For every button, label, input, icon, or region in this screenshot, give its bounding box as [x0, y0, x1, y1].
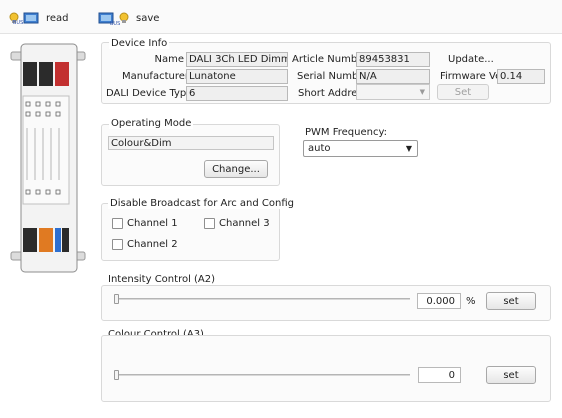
pwm-frequency-dropdown[interactable]: auto ▼: [303, 140, 418, 157]
update-link[interactable]: Update...: [448, 54, 494, 65]
intensity-slider-thumb[interactable]: [114, 294, 119, 304]
intensity-control-group: [101, 285, 551, 321]
name-field[interactable]: DALI 3Ch LED Dimm...: [186, 52, 288, 67]
checkbox-box[interactable]: [204, 218, 215, 229]
checkbox-box[interactable]: [112, 239, 123, 250]
intensity-unit-label: %: [466, 296, 476, 307]
colour-set-button[interactable]: set: [486, 366, 536, 384]
operating-mode-field[interactable]: Colour&Dim: [108, 136, 274, 150]
change-mode-button[interactable]: Change...: [204, 160, 268, 178]
read-icon: BUS: [9, 12, 39, 25]
firmware-version-field[interactable]: 0.14: [497, 69, 545, 84]
disable-broadcast-group: [101, 203, 280, 261]
toolbar: BUS read BUS save: [0, 0, 562, 34]
channel-3-checkbox[interactable]: Channel 3: [204, 218, 270, 229]
channel-2-checkbox[interactable]: Channel 2: [112, 239, 178, 250]
channel-1-label: Channel 1: [127, 218, 178, 229]
operating-mode-title: Operating Mode: [109, 118, 194, 129]
dali-device-type-field[interactable]: 6: [186, 86, 288, 101]
short-address-dropdown[interactable]: ▼: [356, 84, 430, 100]
intensity-set-button[interactable]: set: [486, 292, 536, 310]
read-label: read: [46, 12, 69, 24]
channel-2-label: Channel 2: [127, 239, 178, 250]
colour-value-field[interactable]: 0: [418, 367, 461, 383]
manufacturer-label: Manufacturer: [122, 71, 189, 82]
channel-1-checkbox[interactable]: Channel 1: [112, 218, 178, 229]
pwm-frequency-value: auto: [308, 143, 331, 154]
set-address-button[interactable]: Set: [437, 84, 489, 100]
colour-slider-track[interactable]: [116, 374, 410, 376]
chevron-down-icon: ▼: [419, 88, 425, 96]
save-button[interactable]: BUS save: [98, 11, 159, 25]
pwm-frequency-label: PWM Frequency:: [305, 127, 388, 138]
device-info-title: Device Info: [109, 38, 170, 49]
channel-3-label: Channel 3: [219, 218, 270, 229]
dali-device-type-label: DALI Device Type: [106, 88, 193, 99]
save-icon: BUS: [98, 12, 129, 25]
colour-control-group: [101, 335, 551, 402]
checkbox-box[interactable]: [112, 218, 123, 229]
chevron-down-icon: ▼: [405, 144, 412, 153]
firmware-version-label: Firmware Ver: [440, 71, 506, 82]
disable-broadcast-title: Disable Broadcast for Arc and Config: [108, 198, 296, 209]
device-image: [10, 43, 86, 273]
name-label: Name: [154, 54, 184, 65]
intensity-value-field[interactable]: 0.000: [417, 293, 461, 309]
intensity-control-title: Intensity Control (A2): [108, 274, 216, 285]
serial-number-field[interactable]: N/A: [356, 69, 430, 84]
svg-text:BUS: BUS: [13, 20, 23, 25]
manufacturer-field[interactable]: Lunatone: [186, 69, 288, 84]
save-label: save: [136, 12, 160, 24]
read-button[interactable]: BUS read: [8, 11, 69, 25]
svg-text:BUS: BUS: [110, 21, 120, 25]
intensity-slider-track[interactable]: [116, 298, 410, 300]
article-number-field[interactable]: 89453831: [356, 52, 430, 67]
colour-slider-thumb[interactable]: [114, 370, 119, 380]
